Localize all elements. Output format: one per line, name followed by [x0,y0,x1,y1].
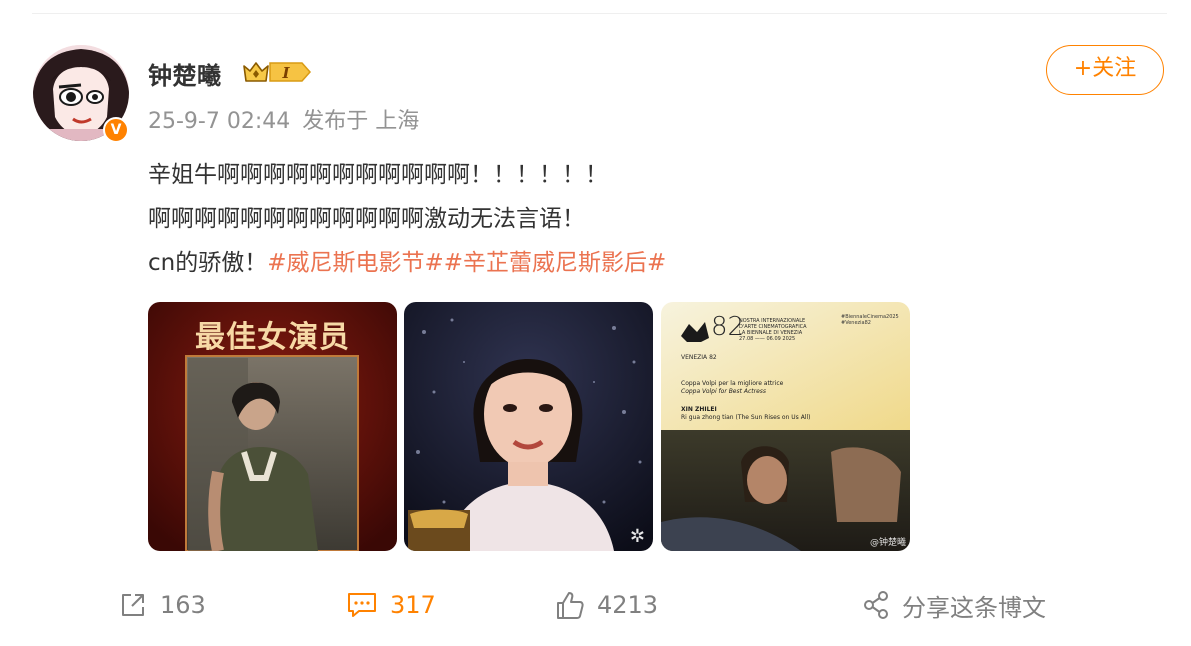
post-location: 发布于 上海 [302,109,420,134]
post-line-1: 辛姐牛啊啊啊啊啊啊啊啊啊啊啊！！！！！！ [148,162,608,188]
comment-button[interactable]: 317 [346,586,436,624]
winner-name: XIN ZHILEI [681,406,717,413]
award-italian: Coppa Volpi per la migliore attrice [681,380,784,387]
award-text: Coppa Volpi per la migliore attrice Copp… [681,380,783,396]
festival-name: NOSTRA INTERNAZIONALE D'ARTE CINEMATOGRA… [739,318,807,342]
forward-button[interactable]: 163 [118,586,206,624]
thumbs-up-icon [557,592,584,619]
film-title: Ri gua zhong tian (The Sun Rises on Us A… [681,414,811,421]
festival-hashtags: #BiennaleCinema2025 #Venezia82 [841,314,899,326]
post-image-1[interactable]: 最佳女演员 [148,302,397,551]
share-label: 分享这条博文 [902,593,1046,622]
image-3-watermark: @钟楚曦 [869,538,906,548]
hashtag-venice-festival[interactable]: #威尼斯电影节# [267,250,444,276]
vip-crown-icon[interactable]: I [242,59,312,85]
venezia-label: VENEZIA 82 [681,354,717,361]
award-english: Coppa Volpi for Best Actress [681,388,767,395]
hashtag-xin-zhilei[interactable]: #辛芷蕾威尼斯影后# [444,250,667,276]
festival-dates: 27.08 —— 06.09 2025 [739,336,796,342]
forward-count: 163 [160,591,206,619]
post-image-2[interactable]: ✲ [404,302,653,551]
comment-icon [348,593,376,617]
vip-level: I [281,64,290,82]
like-button[interactable]: 4213 [555,586,658,624]
post-meta: 25-9-7 02:44 发布于 上海 [148,103,419,135]
post-line-2: 啊啊啊啊啊啊啊啊啊啊啊啊激动无法言语！ [148,206,585,232]
weibo-watermark-icon: ✲ [629,526,645,547]
username[interactable]: 钟楚曦 [148,56,222,91]
post-image-3[interactable]: 82 NOSTRA INTERNAZIONALE D'ARTE CINEMATO… [661,302,910,551]
post-body: 辛姐牛啊啊啊啊啊啊啊啊啊啊啊！！！！！！ 啊啊啊啊啊啊啊啊啊啊啊啊激动无法言语！… [148,153,666,285]
forward-icon [122,594,144,616]
share-button[interactable]: 分享这条博文 [862,586,1046,624]
winner-text: XIN ZHILEI Ri gua zhong tian (The Sun Ri… [681,406,811,422]
share-icon [864,591,888,619]
comment-count: 317 [390,591,436,619]
top-divider [32,13,1167,14]
verified-badge: V [103,117,129,143]
follow-button[interactable]: +关注 [1046,45,1164,95]
post-date[interactable]: 25-9-7 02:44 [148,109,290,134]
post-line-3-wrap: cn的骄傲！#威尼斯电影节##辛芷蕾威尼斯影后# [148,241,666,285]
image-1-caption: 最佳女演员 [195,320,350,355]
post-line-3: cn的骄傲！ [148,250,268,276]
festival-hashtag-2: #Venezia82 [841,320,871,326]
like-count: 4213 [597,591,659,619]
